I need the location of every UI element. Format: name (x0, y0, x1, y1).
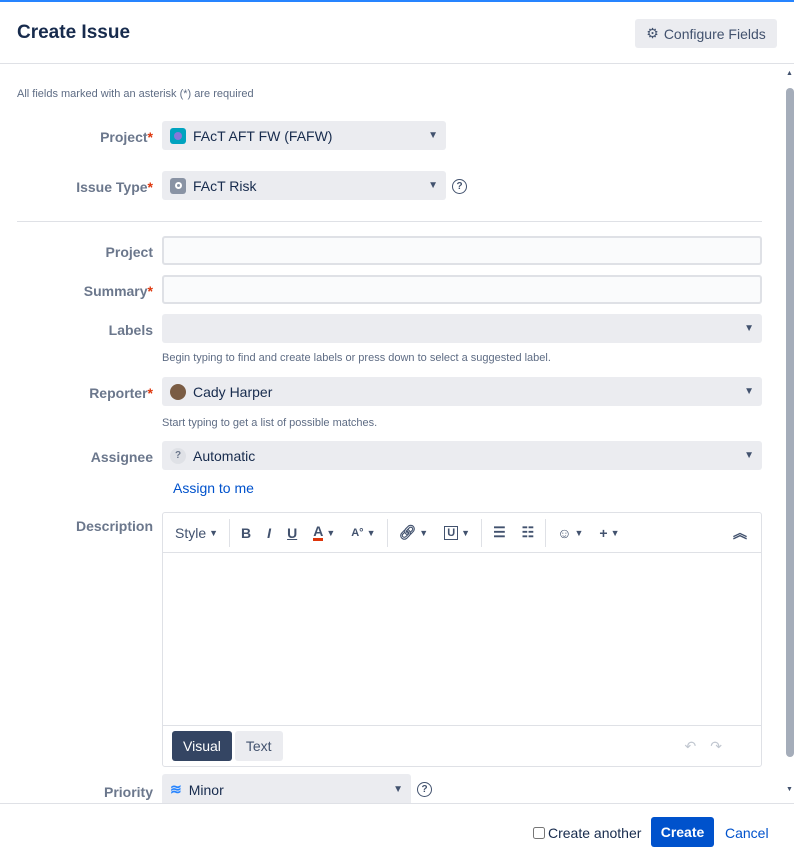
issue-type-select[interactable]: FAcT Risk ▼ (162, 171, 446, 200)
scroll-down-icon[interactable]: ▼ (786, 786, 793, 793)
scroll-up-icon[interactable]: ▲ (786, 70, 793, 77)
text-format-icon[interactable]: A° ▼ (343, 527, 383, 539)
editor-mode-bar: Visual Text ↶↷ (163, 725, 761, 766)
project-select[interactable]: FAcT AFT FW (FAFW) ▼ (162, 121, 446, 150)
text-color-button[interactable]: A ▼ (305, 524, 343, 541)
header-divider (0, 63, 794, 64)
create-another-label: Create another (548, 825, 642, 841)
visual-tab[interactable]: Visual (172, 731, 232, 761)
undo-redo-icons[interactable]: ↶↷ (685, 738, 736, 755)
reporter-value: Cady Harper (193, 383, 273, 400)
project-label: Project* (100, 129, 153, 145)
labels-label: Labels (108, 322, 153, 338)
reporter-select[interactable]: Cady Harper ▼ (162, 377, 762, 406)
description-label: Description (75, 518, 153, 534)
description-textarea[interactable] (163, 553, 761, 726)
italic-button[interactable]: I (259, 525, 279, 541)
project-input[interactable] (162, 236, 762, 265)
attachment-icon[interactable]: U ▼ (436, 525, 478, 540)
summary-input[interactable] (162, 275, 762, 304)
chevron-down-icon: ▼ (428, 130, 438, 141)
issue-type-value: FAcT Risk (193, 177, 257, 194)
cancel-link[interactable]: Cancel (725, 825, 769, 841)
text-tab[interactable]: Text (234, 731, 283, 761)
assignee-label: Assignee (90, 449, 153, 465)
chevron-down-icon: ▼ (744, 386, 754, 397)
help-icon[interactable]: ? (452, 179, 467, 194)
chevron-down-icon: ▼ (744, 450, 754, 461)
issue-type-label: Issue Type* (76, 179, 153, 195)
dialog-title: Create Issue (17, 22, 131, 43)
user-avatar (170, 383, 186, 400)
reporter-hint: Start typing to get a list of possible m… (162, 417, 378, 429)
collapse-toolbar-icon[interactable]: ︽ (725, 523, 755, 543)
labels-hint: Begin typing to find and create labels o… (162, 352, 551, 364)
description-editor: Style ▼ B I U A ▼ A° ▼ 🔗︎ ▼ U ▼ ☰ ☷ ☺ ▼ + ▼ ︽ V… (162, 512, 762, 767)
underline-button[interactable]: U (279, 525, 305, 541)
editor-toolbar: Style ▼ B I U A ▼ A° ▼ 🔗︎ ▼ U ▼ ☰ ☷ ☺ ▼ + ▼ ︽ (163, 513, 761, 553)
insert-more-icon[interactable]: + ▼ (591, 525, 627, 541)
bold-button[interactable]: B (233, 525, 259, 541)
create-button[interactable]: Create (651, 817, 714, 847)
configure-fields-label: Configure Fields (663, 25, 766, 42)
section-divider (17, 221, 762, 222)
help-icon[interactable]: ? (417, 782, 432, 797)
bullet-list-icon[interactable]: ☰ (485, 524, 514, 541)
chevron-down-icon: ▼ (744, 323, 754, 334)
project-avatar-icon (170, 127, 186, 144)
priority-minor-icon: ≋ (170, 781, 182, 797)
scrollbar-thumb[interactable] (786, 88, 794, 757)
assignee-value: Automatic (193, 447, 256, 464)
assign-to-me-link[interactable]: Assign to me (173, 480, 254, 496)
gear-icon: ⚙ (646, 25, 659, 41)
create-another-checkbox[interactable]: Create another (533, 825, 641, 841)
issue-type-icon (170, 177, 186, 194)
style-dropdown[interactable]: Style ▼ (175, 525, 226, 541)
link-icon[interactable]: 🔗︎ ▼ (391, 524, 437, 541)
project2-label: Project (105, 244, 153, 260)
priority-select[interactable]: ≋ Minor ▼ (162, 774, 411, 805)
create-another-input[interactable] (533, 827, 545, 839)
assignee-select[interactable]: ? Automatic ▼ (162, 441, 762, 470)
summary-label: Summary* (83, 283, 153, 299)
priority-value: Minor (188, 781, 224, 798)
priority-label: Priority (103, 784, 153, 800)
labels-select[interactable]: ▼ (162, 314, 762, 343)
reporter-label: Reporter* (89, 385, 153, 401)
numbered-list-icon[interactable]: ☷ (514, 524, 543, 541)
project-value: FAcT AFT FW (FAFW) (193, 127, 333, 144)
chevron-down-icon: ▼ (428, 180, 438, 191)
chevron-down-icon: ▼ (393, 784, 403, 795)
emoji-icon[interactable]: ☺ ▼ (549, 525, 591, 541)
required-note: All fields marked with an asterisk (*) a… (17, 88, 254, 100)
automatic-avatar-icon: ? (170, 447, 186, 464)
configure-fields-button[interactable]: ⚙ Configure Fields (635, 19, 777, 48)
